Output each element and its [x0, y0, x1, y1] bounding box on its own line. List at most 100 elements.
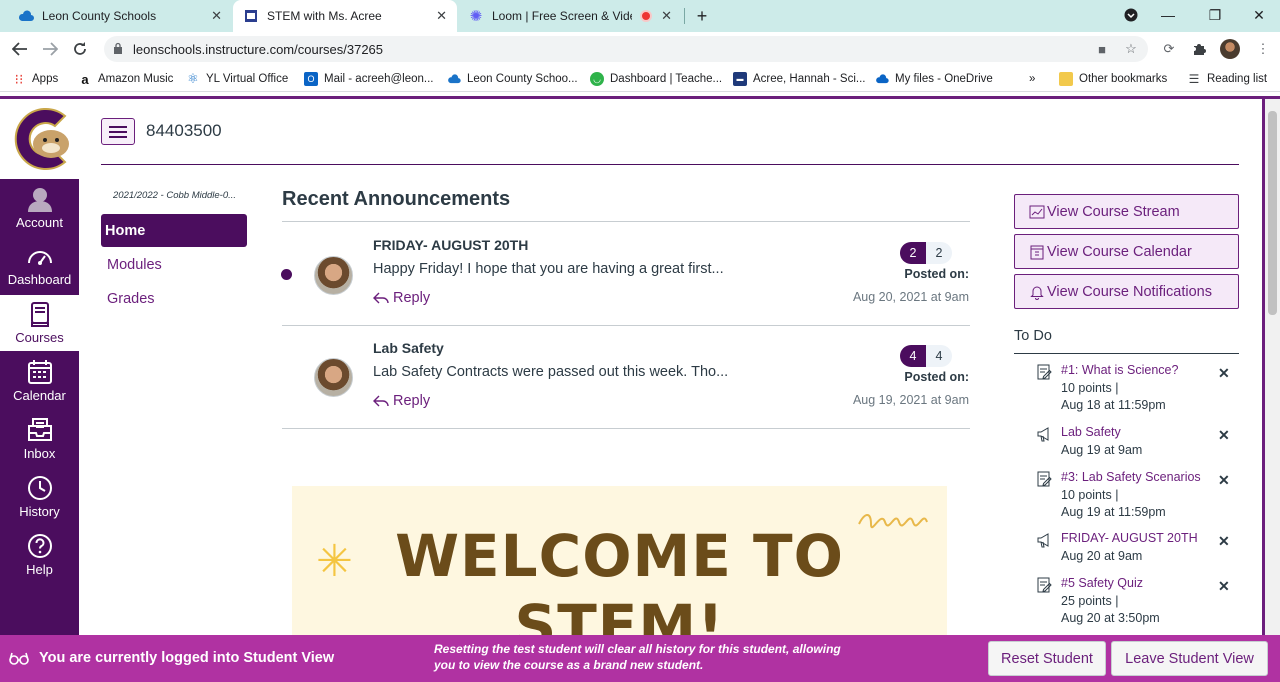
announcement-title[interactable]: Lab Safety	[373, 340, 444, 356]
nav-label: Account	[16, 215, 63, 230]
dashboard-icon	[27, 251, 52, 265]
reply-count-badge: 4 4	[900, 345, 952, 367]
calendar-icon	[27, 360, 52, 384]
todo-title-link[interactable]: FRIDAY- AUGUST 20TH	[1061, 531, 1198, 545]
browser-tab[interactable]: ✺ Loom | Free Screen & Video ✕	[458, 0, 682, 32]
forward-icon[interactable]	[39, 38, 61, 60]
posted-date: Aug 20, 2021 at 9am	[852, 290, 969, 304]
address-bar[interactable]: leonschools.instructure.com/courses/3726…	[104, 36, 1148, 62]
profile-avatar[interactable]	[1220, 39, 1240, 59]
puzzle-icon[interactable]	[1189, 39, 1209, 59]
announcement-divider	[282, 325, 970, 326]
bookmark-apps[interactable]: ⁝⁝ Apps	[12, 70, 59, 88]
nav-label: Calendar	[13, 388, 66, 403]
dismiss-icon[interactable]: ✕	[1218, 365, 1230, 382]
bookmark-acree-hannah[interactable]: ▬ Acree, Hannah - Sci...	[733, 70, 866, 88]
bookmark-star-icon[interactable]: ☆	[1123, 41, 1139, 57]
back-icon[interactable]	[9, 38, 31, 60]
bookmark-other[interactable]: Other bookmarks	[1059, 70, 1167, 88]
global-navigation: Account Dashboard Courses Calendar Inbox…	[0, 99, 79, 639]
announcement-divider	[282, 221, 970, 222]
reply-icon	[373, 292, 389, 304]
recording-icon	[640, 10, 652, 22]
bookmark-mail[interactable]: O Mail - acreeh@leon...	[304, 70, 433, 88]
cougar-logo-icon	[14, 108, 69, 170]
more-bookmarks-button[interactable]: »	[1029, 70, 1035, 88]
header-divider	[101, 164, 1239, 165]
dismiss-icon[interactable]: ✕	[1218, 578, 1230, 595]
reading-list-button[interactable]: ☰ Reading list	[1187, 70, 1267, 88]
student-view-bar: You are currently logged into Student Vi…	[0, 635, 1280, 682]
school-logo[interactable]	[0, 99, 79, 179]
announcement-message: Happy Friday! I hope that you are having…	[373, 261, 724, 277]
nav-help[interactable]: Help	[0, 527, 79, 583]
dismiss-icon[interactable]: ✕	[1218, 472, 1230, 489]
tab-search-icon[interactable]	[1121, 5, 1141, 25]
announcement-title[interactable]: FRIDAY- AUGUST 20TH	[373, 237, 528, 253]
todo-title-link[interactable]: #1: What is Science?	[1061, 363, 1178, 377]
todo-item: #3: Lab Safety Scenarios 10 points | Aug…	[1036, 470, 1239, 520]
help-icon	[27, 534, 52, 558]
dismiss-icon[interactable]: ✕	[1218, 427, 1230, 444]
author-avatar[interactable]	[314, 256, 353, 295]
announcement-message: Lab Safety Contracts were passed out thi…	[373, 364, 729, 380]
browser-tab-active[interactable]: STEM with Ms. Acree ✕	[233, 0, 457, 32]
view-course-notifications-button[interactable]: View Course Notifications	[1014, 274, 1239, 309]
view-course-stream-button[interactable]: View Course Stream	[1014, 194, 1239, 229]
total-count: 4	[926, 345, 952, 367]
course-nav-grades[interactable]: Grades	[101, 282, 247, 315]
reset-student-button[interactable]: Reset Student	[988, 641, 1106, 676]
close-window-icon[interactable]: ✕	[1249, 5, 1269, 25]
nav-inbox[interactable]: Inbox	[0, 411, 79, 467]
nav-courses[interactable]: Courses	[0, 295, 79, 351]
bell-icon	[1030, 286, 1044, 300]
course-term: 2021/2022 - Cobb Middle-0...	[113, 190, 237, 201]
new-tab-button[interactable]: +	[692, 4, 712, 28]
camera-icon[interactable]: ■	[1094, 41, 1110, 57]
restore-icon[interactable]: ❐	[1205, 5, 1225, 25]
bookmark-yl-virtual-office[interactable]: ⚛ YL Virtual Office	[186, 70, 288, 88]
bookmark-onedrive[interactable]: My files - OneDrive	[875, 70, 993, 88]
nav-account[interactable]: Account	[0, 180, 79, 236]
extension-icon[interactable]: ⟳	[1159, 39, 1179, 59]
nav-label: Dashboard	[7, 272, 72, 287]
nav-calendar[interactable]: Calendar	[0, 353, 79, 409]
todo-title-link[interactable]: #3: Lab Safety Scenarios	[1061, 470, 1201, 484]
reply-link[interactable]: Reply	[373, 290, 430, 306]
reading-list-icon: ☰	[1188, 72, 1200, 86]
button-label: Reset Student	[1001, 650, 1093, 667]
author-avatar[interactable]	[314, 358, 353, 397]
welcome-line-1: WELCOME TO	[395, 522, 844, 590]
todo-title-link[interactable]: Lab Safety	[1061, 425, 1121, 439]
course-nav-home[interactable]: Home	[101, 214, 247, 247]
nav-dashboard[interactable]: Dashboard	[0, 237, 79, 293]
leave-student-view-button[interactable]: Leave Student View	[1111, 641, 1268, 676]
course-menu-toggle-button[interactable]	[101, 118, 135, 145]
bookmark-label: Apps	[32, 73, 59, 85]
todo-title-link[interactable]: #5 Safety Quiz	[1061, 576, 1143, 590]
view-course-calendar-button[interactable]: View Course Calendar	[1014, 234, 1239, 269]
minimize-icon[interactable]: —	[1158, 5, 1178, 25]
bookmark-leon-county[interactable]: Leon County Schoo...	[447, 70, 578, 88]
canvas-favicon-icon	[243, 8, 259, 24]
reload-icon[interactable]	[69, 38, 91, 60]
close-tab-icon[interactable]: ✕	[436, 8, 447, 24]
onedrive-icon	[875, 72, 889, 86]
scrollbar-thumb[interactable]	[1268, 111, 1277, 315]
bookmark-label: Amazon Music	[98, 73, 174, 85]
dismiss-icon[interactable]: ✕	[1218, 533, 1230, 550]
todo-points: 25 points |	[1061, 594, 1119, 608]
todo-due: Aug 19 at 11:59pm	[1061, 505, 1166, 519]
nav-history[interactable]: History	[0, 469, 79, 525]
close-tab-icon[interactable]: ✕	[211, 8, 222, 24]
course-nav-modules[interactable]: Modules	[101, 248, 247, 281]
course-title[interactable]: 84403500	[146, 121, 222, 141]
stream-icon	[1029, 205, 1045, 218]
bookmark-amazon-music[interactable]: a Amazon Music	[78, 70, 173, 88]
browser-tab[interactable]: Leon County Schools ✕	[8, 0, 232, 32]
reply-link[interactable]: Reply	[373, 393, 430, 409]
close-tab-icon[interactable]: ✕	[661, 8, 672, 24]
menu-icon[interactable]: ⋮	[1253, 39, 1273, 59]
nav-label: History	[19, 504, 60, 519]
bookmark-dashboard[interactable]: ◡ Dashboard | Teache...	[590, 70, 722, 88]
